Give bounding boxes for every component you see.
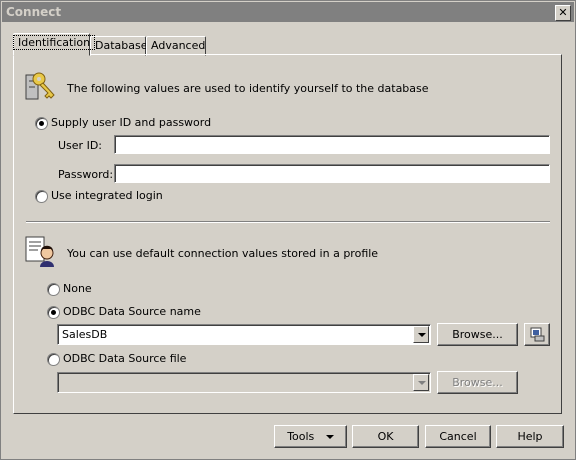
supply-credentials-radio[interactable] [35,117,48,130]
password-label: Password: [58,168,114,181]
chevron-down-icon[interactable] [413,326,429,343]
integrated-login-label: Use integrated login [51,189,163,202]
supply-credentials-label: Supply user ID and password [51,116,212,129]
chevron-down-icon [325,435,334,439]
profile-none-radio[interactable] [47,283,60,296]
odbc-file-label: ODBC Data Source file [63,352,187,365]
userid-label: User ID: [58,139,102,152]
tab-identification[interactable]: Identification [12,33,96,56]
identification-intro: The following values are used to identif… [67,82,429,95]
password-field[interactable] [114,164,550,183]
odbc-name-radio[interactable] [47,306,60,319]
integrated-login-radio[interactable] [35,190,48,203]
connect-dialog: Connect ✕ Identification Database Advanc… [0,0,576,460]
chevron-down-icon[interactable] [413,374,429,391]
section-divider [26,221,550,223]
odbc-name-value: SalesDB [62,328,108,341]
tab-advanced[interactable]: Advanced [146,36,206,56]
odbc-file-dropdown[interactable] [57,372,431,393]
browse-odbc-file-button[interactable]: Browse... [437,371,518,394]
odbc-name-label: ODBC Data Source name [63,305,201,318]
title-bar: Connect ✕ [2,2,574,22]
profile-none-label: None [63,282,92,295]
cancel-button[interactable]: Cancel [425,425,491,448]
odbc-admin-button[interactable] [524,323,550,346]
profile-icon [24,235,58,269]
help-button[interactable]: Help [496,425,564,448]
odbc-admin-icon [530,327,545,349]
odbc-name-dropdown[interactable]: SalesDB [57,324,431,345]
tools-button[interactable]: Tools [274,425,347,448]
ok-button[interactable]: OK [352,425,419,448]
tab-database[interactable]: Database [90,36,148,56]
identification-panel: The following values are used to identif… [13,54,562,414]
profile-intro: You can use default connection values st… [67,247,379,260]
browse-odbc-name-button[interactable]: Browse... [437,323,518,346]
window-title: Connect [6,5,62,19]
odbc-file-radio[interactable] [47,353,60,366]
close-icon: ✕ [558,6,568,19]
userid-field[interactable] [114,135,550,154]
close-button[interactable]: ✕ [555,5,571,21]
keys-icon [24,69,58,103]
